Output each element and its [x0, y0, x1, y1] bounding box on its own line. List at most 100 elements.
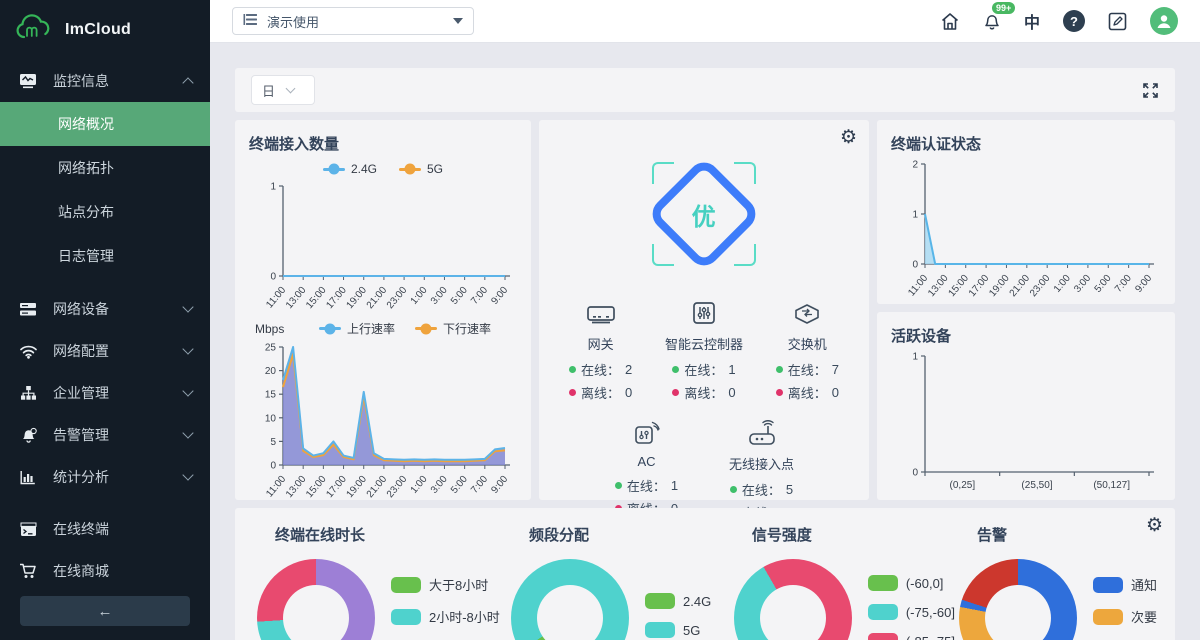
- svg-text:0: 0: [270, 272, 276, 283]
- svg-text:15:00: 15:00: [947, 273, 972, 300]
- org-list-icon: [243, 13, 258, 29]
- sidebar-collapse-button[interactable]: ←: [20, 596, 190, 626]
- bracket-corner: [652, 162, 674, 184]
- svg-text:0: 0: [912, 260, 918, 271]
- offline-stat: 离线：0: [763, 383, 851, 402]
- band-allocation-section: 频段分配 2.4G 5G: [507, 524, 730, 640]
- device-cloud-controller: 智能云控制器 在线：1 离线：0: [660, 296, 748, 402]
- org-selector-value: 演示使用: [267, 12, 319, 31]
- ac-icon: [603, 416, 691, 446]
- notification-bell-icon[interactable]: 99+: [983, 11, 1001, 31]
- chevron-down-icon: [182, 427, 193, 438]
- svg-text:23:00: 23:00: [385, 474, 410, 501]
- svg-text:19:00: 19:00: [345, 285, 370, 312]
- device-wireless-ap: 无线接入点 在线：5 离线：0: [718, 416, 806, 522]
- svg-text:9:00: 9:00: [489, 285, 510, 307]
- legend-item[interactable]: 次要: [1093, 607, 1157, 626]
- chevron-down-icon: [182, 301, 193, 312]
- svg-text:17:00: 17:00: [324, 285, 349, 312]
- svg-text:(50,127]: (50,127]: [1093, 480, 1130, 491]
- svg-text:1: 1: [912, 210, 918, 221]
- fullscreen-icon[interactable]: [1142, 82, 1159, 99]
- legend-item[interactable]: (-75,-60]: [868, 604, 955, 620]
- sidebar-item-label: 监控信息: [53, 71, 109, 91]
- legend-item[interactable]: 通知: [1093, 575, 1157, 594]
- active-devices-chart: 01(0,25](25,50](50,127]: [891, 346, 1161, 498]
- legend-item[interactable]: 2小时-8小时: [391, 607, 507, 626]
- legend-item[interactable]: 5G: [645, 622, 711, 638]
- sidebar-item-alarm-management[interactable]: 告警管理: [0, 414, 210, 456]
- card-title: 活跃设备: [891, 325, 1161, 346]
- legend-marker: [415, 327, 437, 330]
- sidebar-item-network-config[interactable]: 网络配置: [0, 330, 210, 372]
- terminal-icon: [18, 522, 38, 537]
- legend-5g[interactable]: 5G: [399, 162, 443, 176]
- imcloud-logo-icon: [14, 12, 56, 49]
- svg-text:0: 0: [270, 461, 276, 472]
- online-stat: 在线：7: [763, 360, 851, 379]
- sidebar-item-monitoring[interactable]: 监控信息: [0, 60, 210, 102]
- svg-text:1: 1: [270, 182, 276, 193]
- sidebar-item-log-management[interactable]: 日志管理: [0, 234, 210, 278]
- avatar[interactable]: [1150, 7, 1178, 35]
- section-title: 终端在线时长: [275, 524, 507, 545]
- topbar: 演示使用 99+ 中 ?: [210, 0, 1200, 43]
- sidebar-item-online-mall[interactable]: 在线商城: [0, 550, 210, 590]
- svg-text:15:00: 15:00: [304, 474, 329, 501]
- svg-text:17:00: 17:00: [967, 273, 992, 300]
- legend-marker: [399, 168, 421, 171]
- legend-item[interactable]: 大于8小时: [391, 575, 507, 594]
- svg-text:25: 25: [265, 343, 277, 354]
- auth-status-card: 终端认证状态 01211:0013:0015:0017:0019:0021:00…: [877, 120, 1175, 304]
- svg-text:23:00: 23:00: [385, 285, 410, 312]
- period-select[interactable]: 日: [251, 75, 315, 105]
- chevron-up-icon: [182, 77, 193, 88]
- home-icon[interactable]: [940, 12, 960, 31]
- logo: ImCloud: [0, 0, 210, 60]
- svg-text:(0,25]: (0,25]: [950, 480, 976, 491]
- svg-text:13:00: 13:00: [284, 285, 309, 312]
- distribution-card: ⚙ 终端在线时长 大于8小时 2小时-8小时 30分钟-2小时 频段分配: [235, 508, 1175, 640]
- help-icon[interactable]: ?: [1063, 10, 1085, 32]
- svg-text:19:00: 19:00: [987, 273, 1012, 300]
- sidebar-item-network-overview[interactable]: 网络概况: [0, 102, 210, 146]
- legend-item[interactable]: (-60,0]: [868, 575, 955, 591]
- legend-item[interactable]: 2.4G: [645, 593, 711, 609]
- svg-text:3:00: 3:00: [429, 285, 450, 307]
- sidebar-item-online-terminals[interactable]: 在线终端: [0, 508, 210, 550]
- svg-text:2: 2: [912, 160, 918, 171]
- svg-text:9:00: 9:00: [489, 474, 510, 496]
- feedback-edit-icon[interactable]: [1108, 12, 1127, 31]
- band-allocation-donut: [511, 559, 629, 640]
- sidebar-item-enterprise[interactable]: 企业管理: [0, 372, 210, 414]
- chevron-down-icon: [286, 84, 296, 94]
- notification-badge: 99+: [992, 2, 1015, 14]
- wireless-ap-icon: [718, 416, 806, 446]
- svg-text:9:00: 9:00: [1133, 273, 1154, 295]
- sidebar-item-network-devices[interactable]: 网络设备: [0, 288, 210, 330]
- sidebar-item-statistics[interactable]: 统计分析: [0, 456, 210, 498]
- online-dot: [776, 366, 783, 373]
- rate-chart: 051015202511:0013:0015:0017:0019:0021:00…: [249, 337, 517, 505]
- legend-2-4g[interactable]: 2.4G: [323, 162, 377, 176]
- mall-cart-icon: [18, 563, 38, 579]
- offline-stat: 离线：0: [660, 383, 748, 402]
- svg-text:13:00: 13:00: [284, 474, 309, 501]
- legend-item[interactable]: (-85,-75]: [868, 633, 955, 640]
- section-title: 信号强度: [752, 524, 955, 545]
- org-selector[interactable]: 演示使用: [232, 7, 474, 35]
- chevron-down-icon: [182, 469, 193, 480]
- cloud-controller-icon: [660, 296, 748, 326]
- online-duration-donut: [257, 559, 375, 640]
- sidebar: ImCloud 监控信息 网络概况 网络拓扑 站点分布 日志管理 网络设备 网络…: [0, 0, 210, 640]
- sidebar-item-site-distribution[interactable]: 站点分布: [0, 190, 210, 234]
- legend-downlink[interactable]: 下行速率: [415, 320, 491, 337]
- language-icon[interactable]: 中: [1024, 9, 1040, 33]
- svg-text:10: 10: [265, 413, 277, 424]
- gear-icon[interactable]: ⚙: [840, 128, 857, 147]
- stats-bars-icon: [18, 470, 38, 485]
- legend-uplink[interactable]: 上行速率: [319, 320, 395, 337]
- terminal-access-card: 终端接入数量 2.4G 5G 0111:0013:0015:0017:0019:…: [235, 120, 531, 500]
- sidebar-item-network-topology[interactable]: 网络拓扑: [0, 146, 210, 190]
- app-title: ImCloud: [65, 21, 131, 39]
